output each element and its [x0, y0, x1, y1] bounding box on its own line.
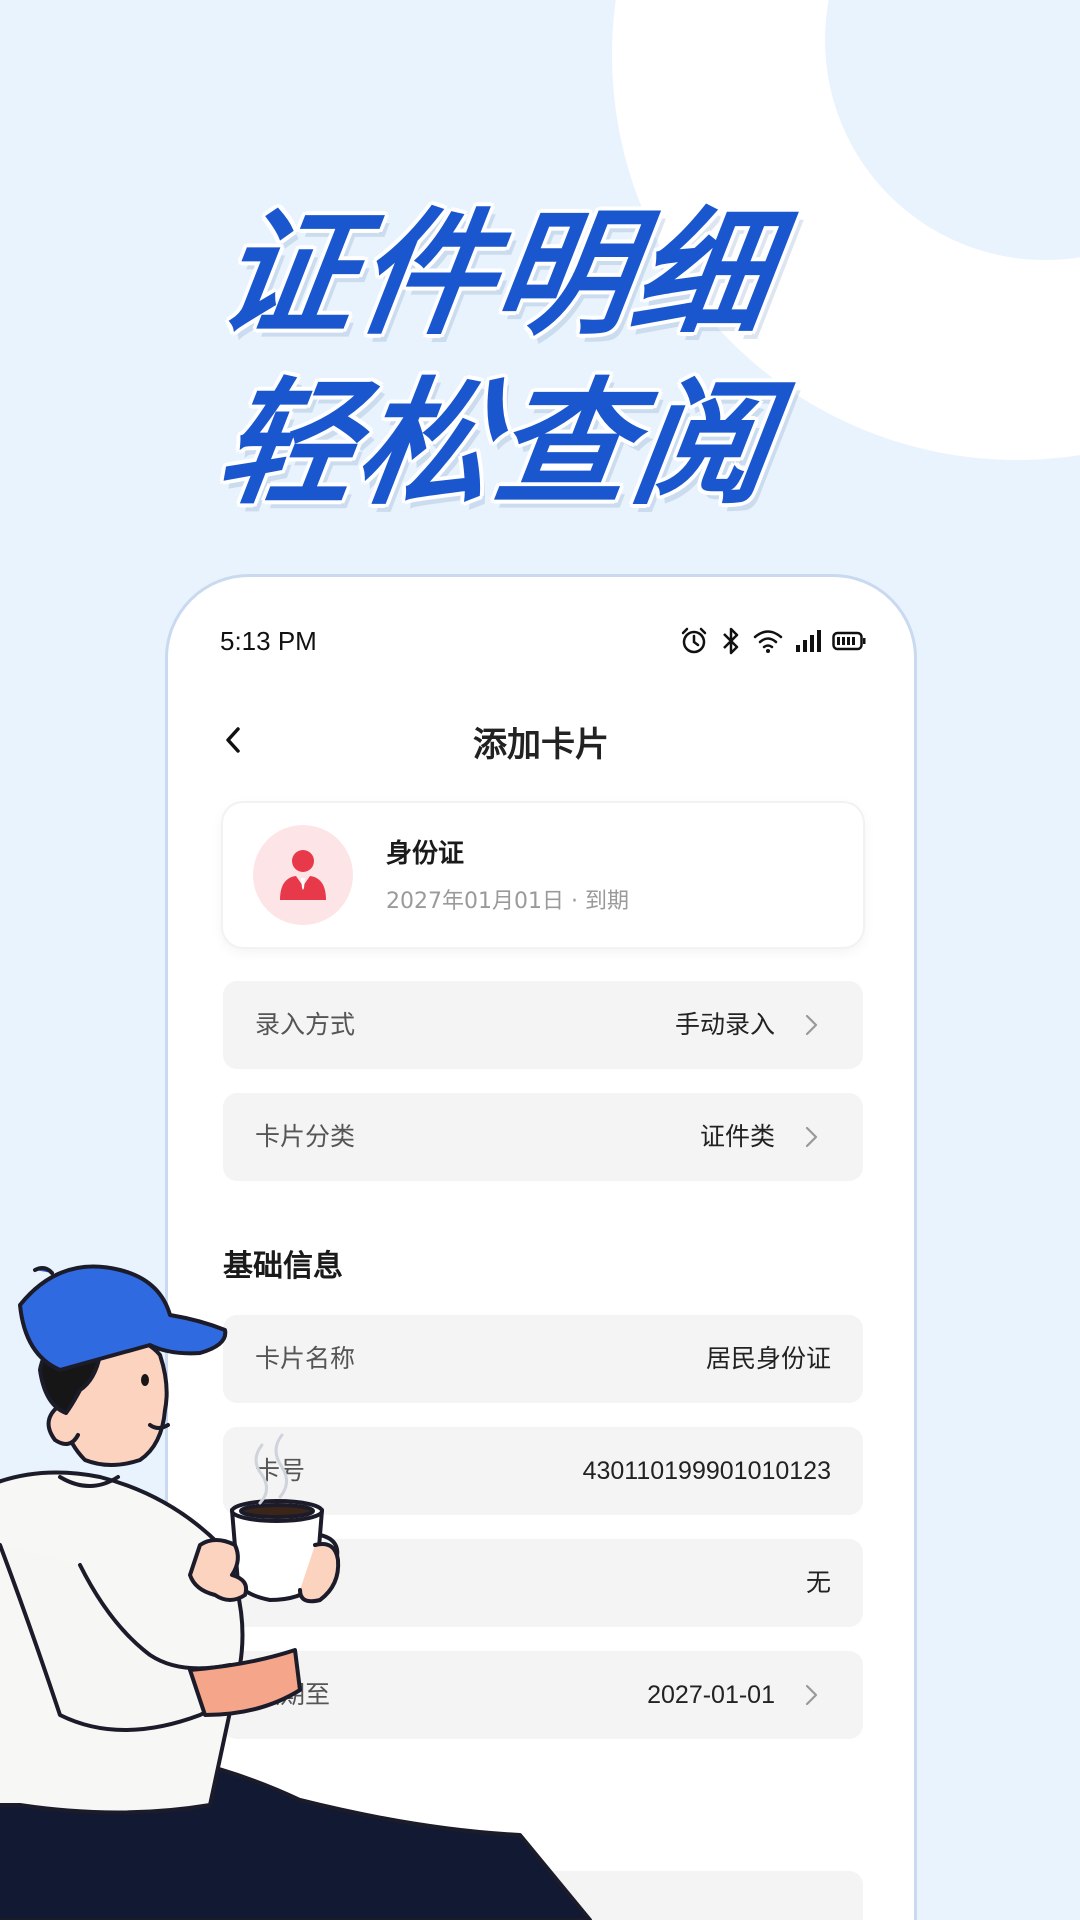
wifi-icon	[753, 630, 783, 653]
card-expiry-text: 2027年01月01日 · 到期	[386, 889, 629, 914]
row-card-category[interactable]: 卡片分类 证件类	[223, 1093, 863, 1181]
card-avatar	[253, 825, 353, 925]
chevron-right-icon	[805, 1684, 818, 1706]
page-title: 添加卡片	[473, 725, 609, 765]
promo-screen: 证件明细 轻松查阅 5:13 PM 添加卡片 身份证 2027年01月01日 ·…	[0, 0, 1080, 1920]
battery-icon	[832, 631, 866, 651]
nav-bar: 添加卡片	[168, 697, 914, 787]
row-input-method[interactable]: 录入方式 手动录入	[223, 981, 863, 1069]
person-icon	[280, 850, 326, 900]
row-value: 430110199901010123	[582, 1457, 831, 1485]
row-label: 录入方式	[255, 1010, 356, 1039]
row-value: 无	[805, 1569, 831, 1597]
status-icons	[678, 625, 866, 657]
status-bar: 5:13 PM	[220, 617, 866, 665]
row-value: 证件类	[699, 1123, 775, 1151]
chevron-right-icon	[805, 1126, 818, 1148]
row-label: 卡片分类	[255, 1122, 356, 1151]
signal-icon	[796, 630, 821, 652]
hero-headline-line-2: 轻松查阅	[208, 366, 784, 524]
alarm-icon	[681, 627, 707, 654]
row-value: 2027-01-01	[647, 1681, 775, 1709]
card-summary[interactable]: 身份证 2027年01月01日 · 到期	[223, 803, 863, 947]
card-type-name: 身份证	[386, 839, 465, 869]
row-value: 居民身份证	[705, 1345, 831, 1373]
hero-headline-line-1: 证件明细	[208, 196, 784, 354]
bluetooth-icon	[723, 627, 739, 655]
person-with-coffee-illustration	[0, 1264, 592, 1920]
chevron-right-icon	[805, 1014, 818, 1036]
status-time: 5:13 PM	[220, 625, 317, 656]
row-value: 手动录入	[674, 1011, 775, 1039]
